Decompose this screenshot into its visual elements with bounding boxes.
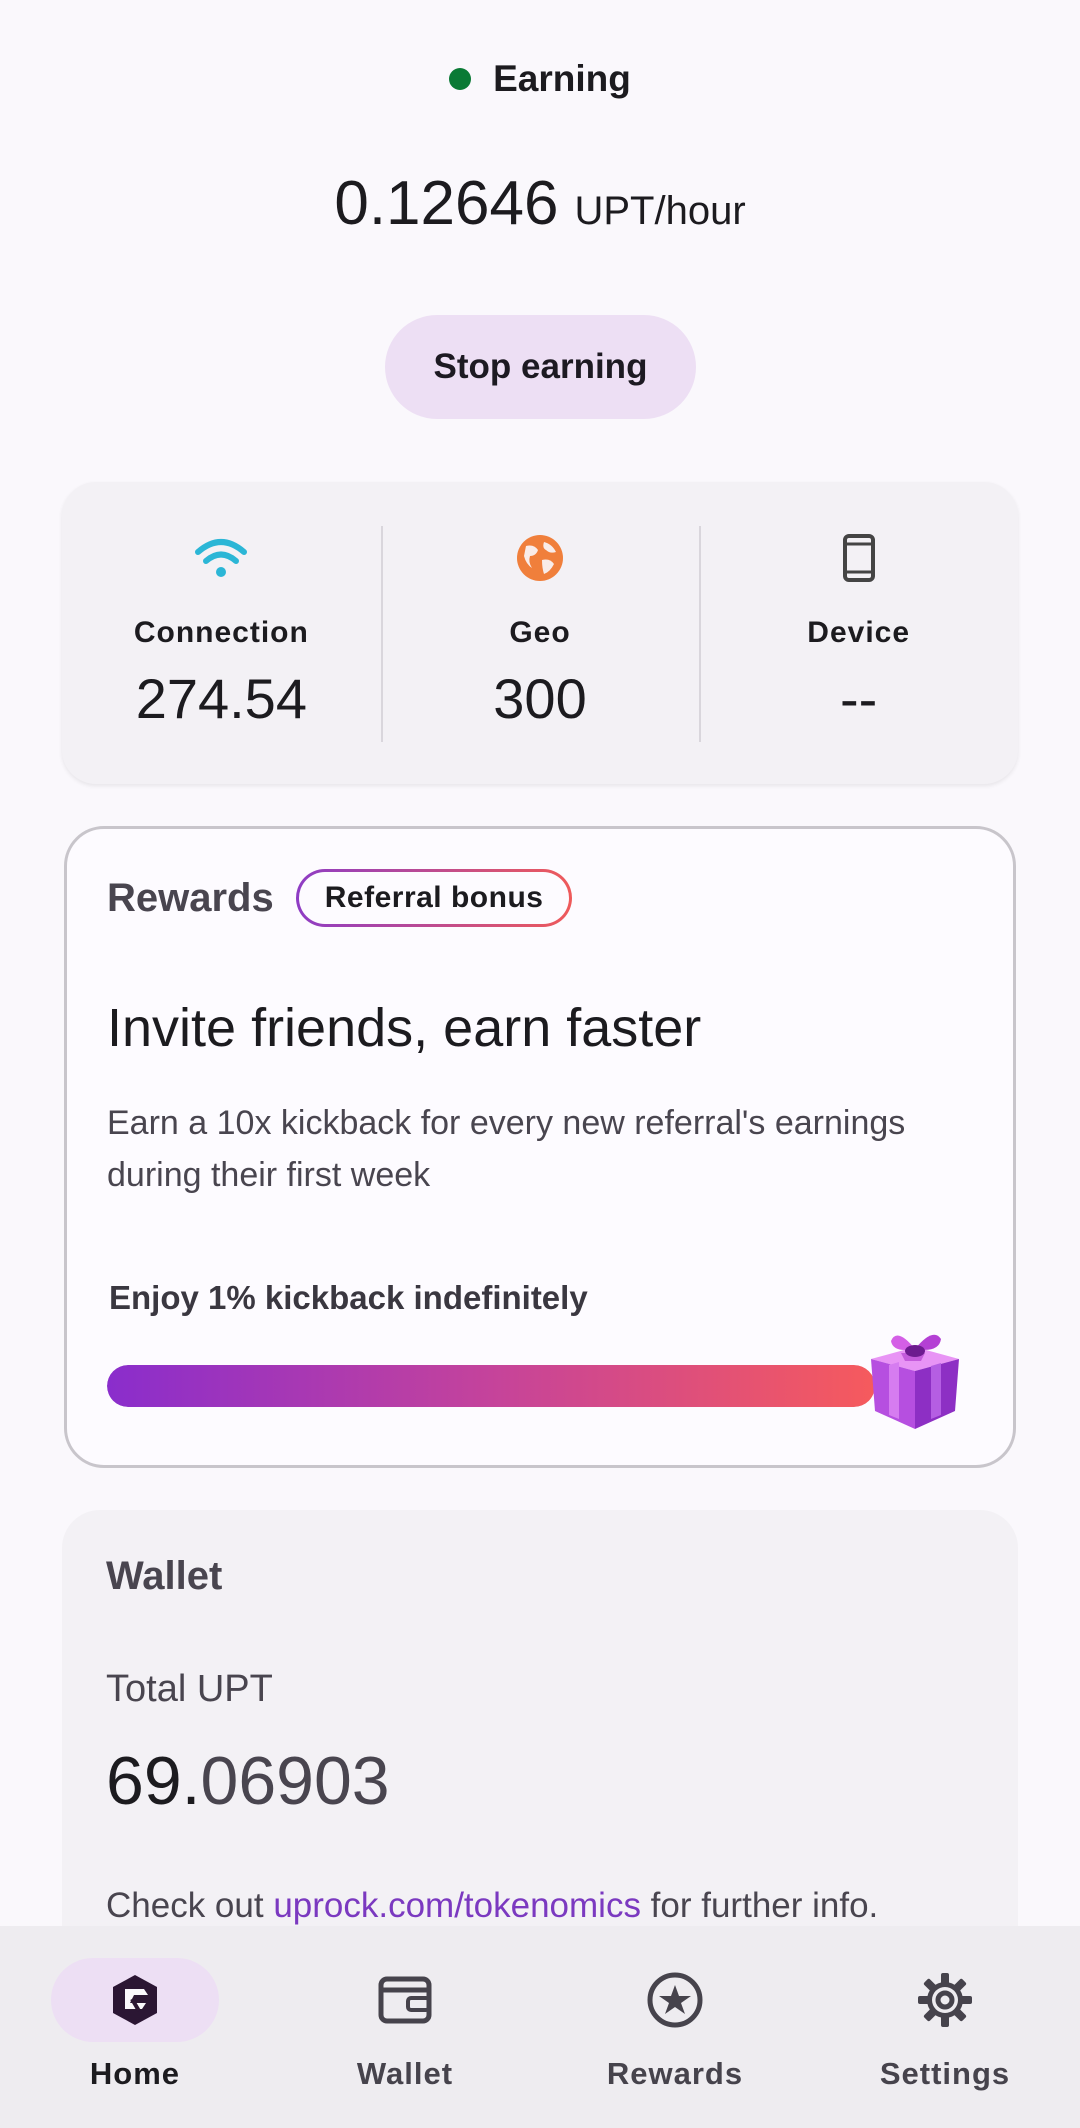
status-text: Earning xyxy=(493,58,631,99)
rewards-description: Earn a 10x kickback for every new referr… xyxy=(107,1104,906,1194)
referral-progress-fill xyxy=(107,1365,875,1407)
nav-home[interactable]: Home xyxy=(0,1926,270,2128)
stat-connection: Connection 274.54 xyxy=(62,482,381,784)
earning-status: Earning xyxy=(0,58,1080,100)
rewards-headline: Invite friends, earn faster xyxy=(107,998,702,1058)
rate-value: 0.12646 xyxy=(334,169,559,238)
stat-value: -- xyxy=(840,667,878,730)
stat-label: Connection xyxy=(133,616,309,649)
earning-rate: 0.12646 UPT/hour xyxy=(0,168,1080,239)
gift-icon xyxy=(871,1334,959,1429)
uprock-logo-icon xyxy=(113,1975,157,2025)
nav-label: Rewards xyxy=(606,2056,744,2091)
nav-rewards-pill xyxy=(591,1958,759,2042)
nav-label: Home xyxy=(89,2056,181,2091)
nav-settings[interactable]: Settings xyxy=(810,1926,1080,2128)
wallet-info: Check out uprock.com/tokenomics for furt… xyxy=(106,1886,878,1926)
rate-unit: UPT/hour xyxy=(574,189,746,233)
phone-icon xyxy=(831,530,887,586)
stat-label: Geo xyxy=(509,616,571,649)
globe-icon xyxy=(512,530,568,586)
home-screen: Earning 0.12646 UPT/hour Stop earning Co… xyxy=(0,0,1080,2128)
nav-label: Settings xyxy=(879,2056,1011,2091)
wallet-info-suffix: for further info. xyxy=(640,1886,879,1925)
wallet-title: Wallet xyxy=(106,1554,223,1598)
wallet-info-prefix: Check out xyxy=(106,1886,274,1925)
nav-rewards[interactable]: Rewards xyxy=(540,1926,810,2128)
referral-bonus-badge: Referral bonus xyxy=(296,869,573,927)
nav-home-pill xyxy=(51,1958,219,2042)
wifi-icon xyxy=(193,530,249,586)
wallet-total-int: 69. xyxy=(106,1743,201,1819)
nav-wallet-pill xyxy=(321,1958,489,2042)
rewards-title: Rewards xyxy=(107,875,274,920)
star-badge-icon xyxy=(647,1972,703,2028)
referral-progress-bar xyxy=(107,1365,875,1407)
gear-icon xyxy=(918,1973,972,2027)
stat-label: Device xyxy=(807,616,911,649)
rewards-card[interactable]: Rewards Referral bonus Invite friends, e… xyxy=(64,826,1016,1468)
stat-device: Device -- xyxy=(699,482,1018,784)
wallet-total-label: Total UPT xyxy=(106,1668,273,1710)
nav-settings-pill xyxy=(861,1958,1029,2042)
rewards-header: Rewards Referral bonus xyxy=(107,869,572,927)
status-dot xyxy=(449,68,472,90)
kickback-label: Enjoy 1% kickback indefinitely xyxy=(109,1279,588,1316)
wallet-icon xyxy=(378,1976,432,2024)
nav-label: Wallet xyxy=(356,2056,454,2091)
tokenomics-link[interactable]: uprock.com/tokenomics xyxy=(273,1886,641,1925)
stat-value: 300 xyxy=(493,667,587,730)
nav-wallet[interactable]: Wallet xyxy=(270,1926,540,2128)
stop-earning-button[interactable]: Stop earning xyxy=(385,315,696,419)
stat-geo: Geo 300 xyxy=(380,482,700,784)
wallet-total-decimals: 06903 xyxy=(200,1743,390,1819)
wallet-total: 69.06903 xyxy=(106,1742,390,1820)
stats-card: Connection 274.54 Geo 300 Device -- xyxy=(62,482,1018,784)
stat-value: 274.54 xyxy=(135,667,307,730)
bottom-navigation: Home Wallet Rewards Settings xyxy=(0,1926,1080,2128)
